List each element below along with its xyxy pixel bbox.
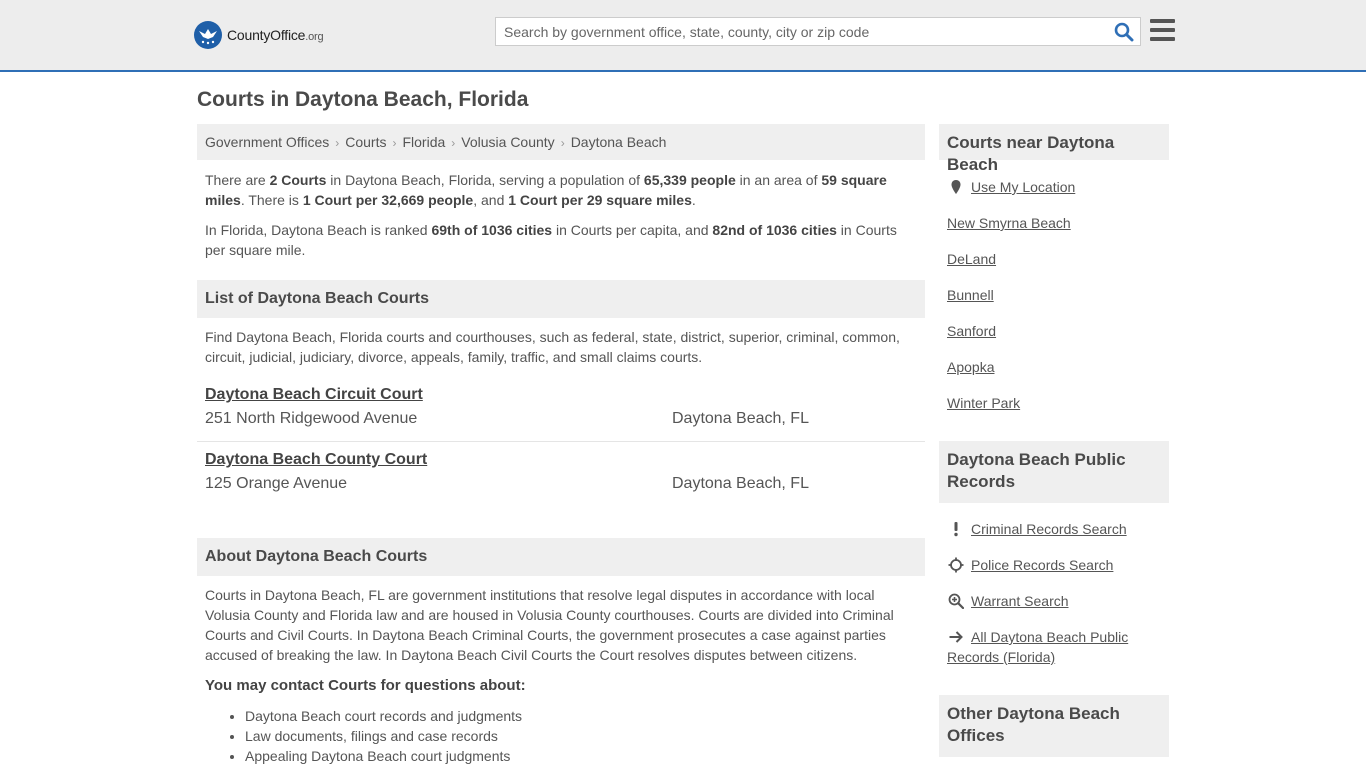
- use-my-location-link[interactable]: Use My Location: [971, 177, 1075, 197]
- contact-topics-heading: You may contact Courts for questions abo…: [205, 677, 526, 694]
- contact-topics-list: Daytona Beach court records and judgment…: [245, 706, 522, 766]
- nearby-city-link[interactable]: Winter Park: [947, 393, 1020, 413]
- about-courts-heading: About Daytona Beach Courts: [197, 538, 925, 576]
- site-header: CountyOffice.org: [0, 0, 1366, 72]
- search-icon[interactable]: [1114, 22, 1134, 42]
- list-item: Daytona Beach court records and judgment…: [245, 706, 522, 726]
- nearby-courts-heading: Courts near Daytona Beach: [939, 124, 1169, 174]
- court-name-link[interactable]: Daytona Beach Circuit Court: [205, 386, 925, 404]
- map-pin-icon: [951, 180, 961, 194]
- site-logo[interactable]: CountyOffice.org: [194, 20, 324, 50]
- intro-paragraph-ranking: In Florida, Daytona Beach is ranked 69th…: [205, 222, 897, 258]
- breadcrumb-volusia-county[interactable]: Volusia County: [461, 134, 554, 150]
- court-name-link[interactable]: Daytona Beach County Court: [205, 451, 925, 469]
- courts-list-heading: List of Daytona Beach Courts: [197, 280, 925, 318]
- breadcrumb-daytona-beach[interactable]: Daytona Beach: [571, 134, 667, 150]
- criminal-records-link[interactable]: Criminal Records Search: [971, 519, 1127, 539]
- breadcrumb-government-offices[interactable]: Government Offices: [205, 134, 329, 150]
- exclamation-icon: [954, 522, 958, 537]
- chevron-right-icon: ›: [560, 136, 565, 150]
- search-bar: [495, 17, 1141, 46]
- hamburger-menu-icon[interactable]: [1150, 19, 1175, 43]
- breadcrumb: Government Offices › Courts › Florida › Volusi…: [197, 124, 925, 160]
- about-courts-text: Courts in Daytona Beach, FL are governme…: [205, 587, 894, 663]
- court-city: Daytona Beach, FL: [672, 410, 809, 427]
- warrant-search-link[interactable]: Warrant Search: [971, 591, 1069, 611]
- police-records-link[interactable]: Police Records Search: [971, 555, 1113, 575]
- magnifier-plus-icon: [948, 593, 964, 609]
- court-address: 251 North Ridgewood Avenue: [205, 410, 418, 427]
- page-title: Courts in Daytona Beach, Florida: [197, 88, 529, 111]
- court-list-item: Daytona Beach Circuit Court 251 North Ri…: [205, 386, 925, 427]
- nearby-city-link[interactable]: DeLand: [947, 249, 996, 269]
- crosshair-icon: [948, 557, 964, 573]
- nearby-city-link[interactable]: Bunnell: [947, 285, 994, 305]
- search-input[interactable]: [496, 18, 1106, 45]
- courts-list-description: Find Daytona Beach, Florida courts and c…: [205, 329, 900, 365]
- breadcrumb-florida[interactable]: Florida: [402, 134, 445, 150]
- logo-text: CountyOffice.org: [227, 27, 324, 43]
- breadcrumb-courts[interactable]: Courts: [345, 134, 386, 150]
- nearby-city-link[interactable]: Apopka: [947, 357, 994, 377]
- all-public-records-link[interactable]: All Daytona Beach Public Records (Florid…: [947, 627, 1147, 667]
- list-item: Appealing Daytona Beach court judgments: [245, 746, 522, 766]
- court-list-item: Daytona Beach County Court 125 Orange Av…: [205, 451, 925, 492]
- nearby-city-link[interactable]: Sanford: [947, 321, 996, 341]
- nearby-city-link[interactable]: New Smyrna Beach: [947, 213, 1071, 233]
- court-address: 125 Orange Avenue: [205, 475, 348, 492]
- court-city: Daytona Beach, FL: [672, 475, 809, 492]
- chevron-right-icon: ›: [335, 136, 340, 150]
- chevron-right-icon: ›: [451, 136, 456, 150]
- chevron-right-icon: ›: [392, 136, 397, 150]
- list-item: Law documents, filings and case records: [245, 726, 522, 746]
- divider: [197, 441, 925, 442]
- other-offices-heading: Other Daytona Beach Offices: [939, 695, 1169, 757]
- public-records-heading: Daytona Beach Public Records: [939, 441, 1169, 503]
- logo-eagle-icon: [194, 21, 222, 49]
- intro-paragraph-stats: There are 2 Courts in Daytona Beach, Flo…: [205, 172, 887, 208]
